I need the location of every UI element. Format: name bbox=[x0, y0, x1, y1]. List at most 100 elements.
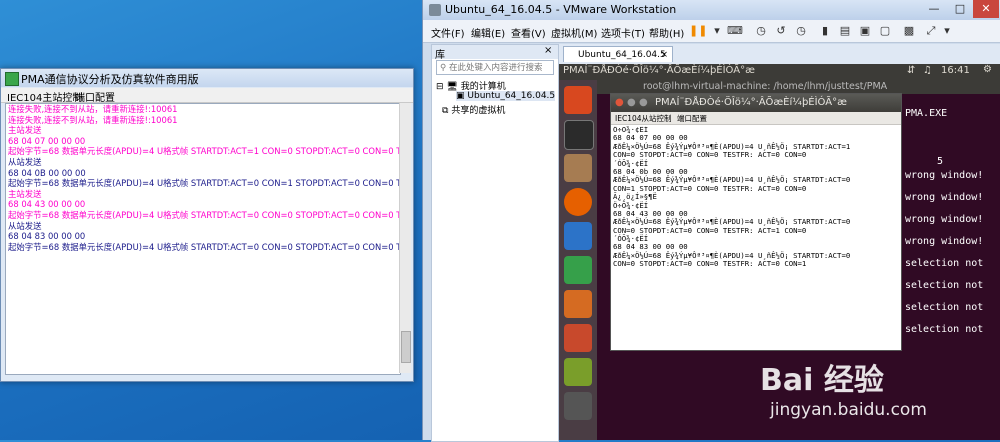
terminal-line: selection not bbox=[905, 324, 984, 335]
ubuntu-top-bar-title: PMAÍ¨ÐÅÐ­Òé·ÖÎö¼°·ÂÕæÈí¼þÉÌÓÃ°æ bbox=[563, 65, 755, 76]
computer-icon: ⊟ 🖥 bbox=[436, 82, 458, 92]
minimize-icon[interactable]: ● bbox=[627, 97, 636, 108]
terminal-line: selection not bbox=[905, 302, 984, 313]
log-line: 主站发送 bbox=[8, 125, 42, 136]
menu-port-config[interactable]: 端口配置 bbox=[677, 113, 707, 124]
ubuntu-dash-icon[interactable] bbox=[564, 86, 592, 114]
settings-icon[interactable] bbox=[564, 358, 592, 386]
vm-tab-bar: Ubuntu_64_16.04.5 × bbox=[559, 44, 1000, 64]
minimize-icon[interactable]: — bbox=[921, 0, 947, 18]
library-view-icon[interactable]: ▮ bbox=[817, 23, 833, 39]
terminal-line: selection not bbox=[905, 258, 984, 269]
log-line: CON=0 STOPDT:ACT=0 CON=0 TESTFR: ACT=0 C… bbox=[613, 259, 807, 269]
tree-item-ubuntu-vm[interactable]: ▣ Ubuntu_64_16.04.5 bbox=[456, 91, 556, 101]
network-icon[interactable]: ⇵ bbox=[907, 65, 915, 76]
menu-vm[interactable]: 虚拟机(M) bbox=[551, 25, 597, 40]
full-screen-icon[interactable]: ▣ bbox=[857, 23, 873, 39]
stretch-icon[interactable]: ⤢ bbox=[923, 23, 939, 39]
pma-window-title: PMA通信协议分析及仿真软件商用版 bbox=[21, 73, 199, 86]
log-line: 起始字节=68 数据单元长度(APDU)=4 U格式帧 STARTDT:ACT=… bbox=[8, 209, 400, 220]
unity-icon[interactable]: ▢ bbox=[877, 23, 893, 39]
chevron-down-icon[interactable]: ▾ bbox=[939, 23, 955, 39]
pma-log-area[interactable]: 连接失败,连接不到从站，请重新连接!:10061 连接失败,连接不到从站，请重新连… bbox=[5, 103, 401, 375]
terminal-line: PMA.EXE bbox=[905, 108, 948, 119]
close-icon[interactable]: ✕ bbox=[973, 0, 999, 18]
wine-window-title: PMAÍ¨ÐÅÐ­Òé·ÖÎö¼°·ÂÕæÈí¼þÉÌÓÃ°æ bbox=[655, 97, 847, 108]
tree-item-shared-vms[interactable]: ⧉ 共享的虚拟机 bbox=[442, 103, 505, 116]
console-icon[interactable]: ▩ bbox=[901, 23, 917, 39]
thumbnail-view-icon[interactable]: ▤ bbox=[837, 23, 853, 39]
close-icon[interactable]: × bbox=[544, 45, 552, 56]
maximize-icon[interactable]: □ bbox=[947, 0, 973, 18]
vm-icon: ▣ bbox=[456, 91, 465, 101]
calc-icon[interactable] bbox=[564, 256, 592, 284]
library-search-input[interactable]: ⚲ 在此处键入内容进行搜索 bbox=[436, 60, 554, 75]
terminal-line: wrong window! bbox=[905, 170, 984, 181]
vmware-title-bar[interactable]: Ubuntu_64_16.04.5 - VMware Workstation —… bbox=[423, 0, 1000, 20]
snapshot-icon[interactable]: ◷ bbox=[753, 23, 769, 39]
pause-icon[interactable]: ❚❚ bbox=[689, 23, 707, 39]
shared-vm-icon: ⧉ bbox=[442, 106, 449, 116]
pma-scrollbar[interactable] bbox=[399, 103, 411, 373]
scrollbar-thumb[interactable] bbox=[401, 331, 411, 363]
terminal-line: selection not bbox=[905, 280, 984, 291]
firefox-icon[interactable] bbox=[564, 188, 592, 216]
terminal-line: wrong window! bbox=[905, 192, 984, 203]
log-line: 68 04 43 00 00 00 bbox=[8, 199, 86, 210]
pma-window: PMA通信协议分析及仿真软件商用版 IEC104主站控制 端口配置 连接失败,连… bbox=[0, 68, 414, 382]
search-icon: ⚲ bbox=[440, 63, 447, 73]
menu-edit[interactable]: 编辑(E) bbox=[471, 25, 505, 40]
terminal-icon[interactable] bbox=[564, 120, 594, 150]
menu-iec104-master-control[interactable]: IEC104主站控制 bbox=[7, 89, 82, 104]
send-keys-icon[interactable]: ⌨ bbox=[727, 23, 743, 39]
menu-iec104-slave-control[interactable]: IEC104从站控制 bbox=[615, 113, 672, 124]
writer-icon[interactable] bbox=[564, 222, 592, 250]
settings-gear-icon[interactable]: ⚙ bbox=[983, 64, 992, 75]
wine-title-bar[interactable]: ● ● ● PMAÍ¨ÐÅÐ­Òé·ÖÎö¼°·ÂÕæÈí¼þÉÌÓÃ°æ bbox=[611, 94, 901, 112]
library-header: 库 × bbox=[432, 45, 558, 61]
log-line: 从站发送 bbox=[8, 220, 42, 231]
terminal-line: 5 bbox=[937, 156, 944, 167]
vmware-menu-bar: 文件(F) 编辑(E) 查看(V) 虚拟机(M) 选项卡(T) 帮助(H) ❚❚… bbox=[423, 20, 1000, 43]
baidu-watermark-url: jingyan.baidu.com bbox=[770, 400, 927, 420]
menu-tabs[interactable]: 选项卡(T) bbox=[601, 25, 645, 40]
vmware-window-title: Ubuntu_64_16.04.5 - VMware Workstation bbox=[445, 3, 677, 16]
vmware-icon bbox=[429, 4, 441, 16]
app-icon bbox=[5, 72, 19, 86]
menu-view[interactable]: 查看(V) bbox=[511, 25, 546, 40]
ubuntu-top-bar: PMAÍ¨ÐÅÐ­Òé·ÖÎö¼°·ÂÕæÈí¼þÉÌÓÃ°æ ⇵ ♫ 16:4… bbox=[559, 64, 1000, 80]
revert-snapshot-icon[interactable]: ↺ bbox=[773, 23, 789, 39]
log-line: CON=0 STOPDT:ACT=0 CON=0 TESTFR: ACT=1 C… bbox=[613, 225, 807, 235]
snapshot-manager-icon[interactable]: ◷ bbox=[793, 23, 809, 39]
search-placeholder: 在此处键入内容进行搜索 bbox=[448, 63, 543, 73]
wine-menu-bar: IEC104从站控制 端口配置 bbox=[611, 112, 901, 125]
pma-menu-bar: IEC104主站控制 端口配置 bbox=[1, 88, 413, 104]
volume-icon[interactable]: ♫ bbox=[923, 65, 932, 76]
log-line: CON=0 STOPDT:ACT=0 CON=0 TESTFR: ACT=0 C… bbox=[613, 150, 807, 160]
library-label: 库 bbox=[435, 50, 445, 61]
log-line: 连接失败,连接不到从站，请重新连接!:10061 bbox=[8, 114, 178, 125]
close-icon[interactable]: ● bbox=[615, 97, 624, 108]
impress-icon[interactable] bbox=[564, 290, 592, 318]
menu-port-config[interactable]: 端口配置 bbox=[75, 89, 115, 104]
menu-file[interactable]: 文件(F) bbox=[431, 25, 465, 40]
software-center-icon[interactable] bbox=[564, 324, 592, 352]
trash-icon[interactable] bbox=[564, 392, 592, 420]
maximize-icon[interactable]: ● bbox=[639, 97, 648, 108]
terminal-line: wrong window! bbox=[905, 214, 984, 225]
log-line: 68 04 07 00 00 00 bbox=[8, 135, 86, 146]
log-line: 68 04 83 00 00 00 bbox=[8, 231, 86, 242]
chevron-down-icon[interactable]: ▾ bbox=[709, 23, 725, 39]
files-icon[interactable] bbox=[564, 154, 592, 182]
library-panel: 库 × ⚲ 在此处键入内容进行搜索 ⊟ 🖥 我的计算机 ▣ Ubuntu_64_… bbox=[431, 44, 559, 442]
close-icon[interactable]: × bbox=[660, 47, 668, 63]
wine-log-area[interactable]: Ö÷Õ¾·¢ËÍ 68 04 07 00 00 00 ÆðÊ¼×Ö½Ú=68 Êý¾… bbox=[613, 126, 899, 348]
tab-ubuntu-vm[interactable]: Ubuntu_64_16.04.5 × bbox=[563, 46, 673, 62]
pma-title-bar[interactable]: PMA通信协议分析及仿真软件商用版 bbox=[1, 69, 413, 87]
menu-help[interactable]: 帮助(H) bbox=[649, 25, 684, 40]
clock[interactable]: 16:41 bbox=[941, 65, 970, 76]
terminal-line: wrong window! bbox=[905, 236, 984, 247]
log-line: 从站发送 bbox=[8, 156, 42, 167]
log-line: Ã¿¸ö¿Í»§¶Ë bbox=[613, 192, 657, 202]
log-line: 68 04 0B 00 00 00 bbox=[8, 167, 86, 178]
